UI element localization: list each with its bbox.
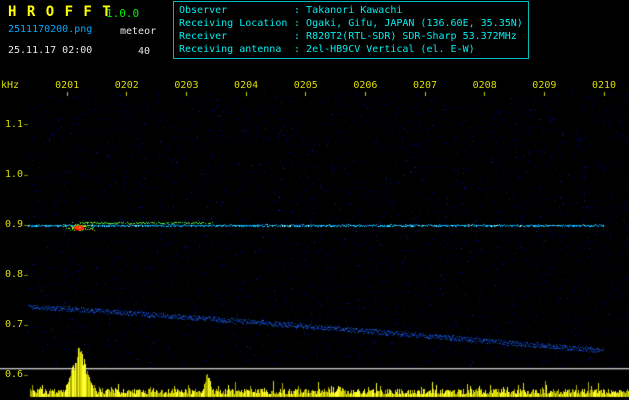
frequency-unit-label: kHz (1, 80, 20, 91)
freq-tick-label: 0.7 (4, 319, 23, 330)
time-tick-label: 0206 (353, 80, 378, 91)
time-tick-label: 0202 (114, 80, 139, 91)
info-value: R820T2(RTL-SDR) SDR-Sharp 53.372MHz (306, 31, 517, 42)
hrofft-window: H R O F F T 1.0.0 2511170200.png meteor … (0, 0, 629, 400)
info-row: Observer: Takanori Kawachi (179, 4, 523, 17)
spectrogram-canvas (0, 78, 629, 400)
output-filename: 2511170200.png (8, 24, 93, 35)
time-tick-label: 0208 (472, 80, 497, 91)
time-tick-label: 0205 (293, 80, 318, 91)
info-colon: : (294, 31, 307, 42)
info-colon: : (294, 18, 307, 29)
freq-tick-label: 1.0 (4, 169, 23, 180)
info-value: 2el-HB9CV Vertical (el. E-W) (306, 44, 475, 55)
time-tick-label: 0201 (55, 80, 80, 91)
info-value: Ogaki, Gifu, JAPAN (136.60E, 35.35N) (306, 18, 523, 29)
info-value: Takanori Kawachi (306, 5, 403, 16)
datetime-label: 25.11.17 02:00 (8, 45, 93, 56)
echo-count-value: 40 (138, 46, 151, 57)
time-tick-label: 0204 (234, 80, 259, 91)
freq-tick-label: 1.1 (4, 119, 23, 130)
info-colon: : (294, 5, 307, 16)
freq-tick-label: 0.8 (4, 269, 23, 280)
info-label: Observer (179, 5, 228, 16)
station-info-box: Observer: Takanori Kawachi Receiving Loca… (173, 1, 529, 59)
app-version: 1.0.0 (106, 7, 140, 20)
info-row: Receiving antenna: 2el-HB9CV Vertical (e… (179, 43, 523, 56)
time-tick-label: 0209 (532, 80, 557, 91)
freq-tick-label: 0.9 (4, 219, 23, 230)
info-colon: : (294, 44, 307, 55)
time-tick-label: 0210 (591, 80, 617, 91)
info-label: Receiving antenna (179, 44, 282, 55)
info-label: Receiver (179, 31, 228, 42)
info-row: Receiving Location: Ogaki, Gifu, JAPAN (… (179, 17, 523, 30)
info-row: Receiver: R820T2(RTL-SDR) SDR-Sharp 53.3… (179, 30, 523, 43)
info-label: Receiving Location (179, 18, 288, 29)
app-title: H R O F F T (8, 4, 112, 20)
mode-label: meteor (120, 26, 157, 37)
time-tick-label: 0207 (413, 80, 438, 91)
time-tick-label: 0203 (174, 80, 199, 91)
freq-tick-label: 0.6 (4, 369, 23, 380)
